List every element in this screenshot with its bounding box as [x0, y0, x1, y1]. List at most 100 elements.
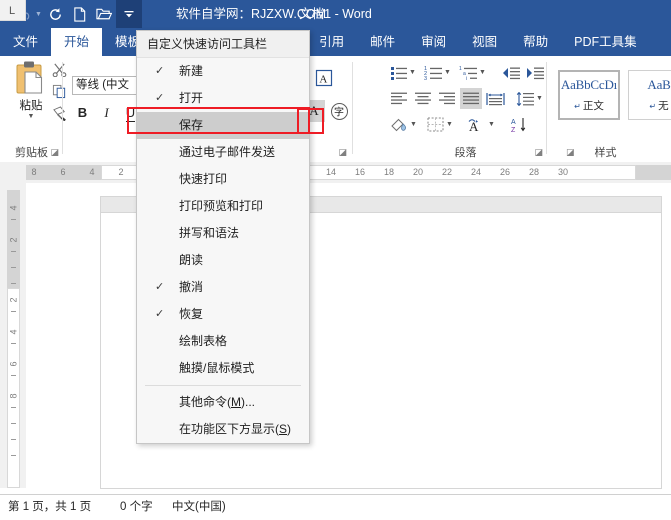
svg-text:3: 3: [424, 76, 427, 80]
align-left-button[interactable]: [388, 88, 410, 109]
menu-item-9[interactable]: ✓ 恢复: [137, 301, 309, 328]
menu-item-8[interactable]: ✓ 撤消: [137, 274, 309, 301]
align-center-button[interactable]: [412, 88, 434, 109]
tab-8[interactable]: 审阅: [408, 28, 459, 56]
clipboard-dialog-launcher[interactable]: ◪: [50, 147, 59, 158]
menu-item-2[interactable]: 保存: [137, 112, 309, 139]
svg-text:i: i: [466, 76, 467, 80]
v-tick-2: 2: [8, 297, 19, 303]
paste-button[interactable]: 粘贴 ▼: [8, 60, 54, 130]
style-sample: AaB: [647, 77, 671, 92]
v-tick-4: 6: [8, 361, 19, 367]
horizontal-ruler[interactable]: 864224681012141618202224262830: [0, 162, 671, 184]
borders-button[interactable]: [424, 114, 446, 135]
style-item-0[interactable]: AaBbCcDı ↵ 正文: [558, 70, 620, 120]
paste-dropdown-caret[interactable]: ▼: [28, 113, 35, 120]
decrease-indent-button[interactable]: [500, 62, 522, 83]
numbered-list-button[interactable]: 1 2 3: [422, 62, 444, 83]
formatting-marks-caret[interactable]: ▼: [487, 114, 496, 135]
ribbon-tab-strip: 文件开始模板插入设计布局引用邮件审阅视图帮助PDF工具集: [0, 28, 671, 56]
tab-stop-indicator: L: [9, 5, 16, 17]
document-left-gutter: [26, 183, 101, 488]
shading-button[interactable]: [388, 114, 410, 135]
increase-indent-button[interactable]: [524, 62, 546, 83]
vertical-ruler[interactable]: 4 2 2 4 6 8: [0, 183, 26, 488]
distribute-text-button[interactable]: [484, 88, 506, 109]
borders-icon: [427, 117, 443, 132]
paste-label: 粘贴: [19, 100, 43, 112]
italic-button[interactable]: I: [96, 102, 117, 123]
paragraph-group-label: 段落: [454, 147, 477, 159]
increase-indent-icon: [527, 67, 544, 79]
v-dash-5: [11, 343, 16, 344]
menu-item-10[interactable]: 绘制表格: [137, 328, 309, 355]
paragraph-dialog-launcher[interactable]: ◪: [534, 147, 543, 158]
line-spacing-icon: [516, 91, 534, 106]
check-icon: ✓: [155, 308, 165, 320]
v-dash-7: [11, 407, 16, 408]
menu-item-label: 快速打印: [179, 172, 228, 186]
align-right-button[interactable]: [436, 88, 458, 109]
bold-button[interactable]: B: [72, 102, 93, 123]
v-tick-0: 4: [8, 205, 19, 211]
align-justify-icon: [463, 92, 479, 105]
line-spacing-button[interactable]: [514, 88, 536, 109]
menu-item-6[interactable]: 拼写和语法: [137, 220, 309, 247]
ribbon-group-clipboard: 粘贴 ▼ 剪贴板 ◪: [0, 56, 67, 162]
menu-item-3[interactable]: 通过电子邮件发送: [137, 139, 309, 166]
menu-item-11[interactable]: 触摸/鼠标模式: [137, 355, 309, 382]
title-bar: ▼ 软件自学网：RJZXW.COM 文档1 - Word: [0, 0, 671, 28]
menu-item-5[interactable]: 打印预览和打印: [137, 193, 309, 220]
font-dialog-launcher[interactable]: ◪: [338, 147, 347, 158]
bullet-list-caret[interactable]: ▼: [408, 62, 417, 83]
menu-header: 自定义快速访问工具栏: [137, 31, 309, 58]
v-dash-3: [11, 283, 16, 284]
character-border-button[interactable]: A: [315, 69, 333, 90]
v-tick-1: 2: [8, 237, 19, 243]
ribbon-group-paragraph: ▼ 1 2 3 ▼ 1 a i ▼ ▼ ▼ ▼ A ▼ A Z 段落 ◪: [384, 56, 547, 162]
align-center-icon: [415, 92, 431, 105]
menu-item-label: 保存: [179, 118, 204, 132]
sort-button[interactable]: A Z: [508, 114, 530, 135]
tab-7[interactable]: 邮件: [357, 28, 408, 56]
menu-footer-item-1[interactable]: 在功能区下方显示(S): [137, 416, 309, 443]
numbered-list-caret[interactable]: ▼: [443, 62, 452, 83]
language-indicator[interactable]: 中文(中国): [172, 495, 226, 520]
tab-0[interactable]: 文件: [0, 28, 51, 56]
multilevel-list-button[interactable]: 1 a i: [457, 62, 479, 83]
align-justify-button[interactable]: [460, 88, 482, 109]
menu-item-label: 绘制表格: [179, 334, 228, 348]
v-dash-1: [11, 251, 16, 252]
menu-item-7[interactable]: 朗读: [137, 247, 309, 274]
bullet-list-button[interactable]: [388, 62, 410, 83]
v-dash-10: [11, 455, 16, 456]
ruler-corner-button[interactable]: L: [0, 0, 26, 21]
word-count[interactable]: 0 个字: [120, 495, 153, 520]
shading-caret[interactable]: ▼: [409, 114, 418, 135]
multilevel-list-caret[interactable]: ▼: [478, 62, 487, 83]
h-tick-11: 16: [354, 167, 365, 177]
tab-6[interactable]: 引用: [306, 28, 357, 56]
multilevel-list-icon: 1 a i: [459, 66, 477, 80]
menu-item-label: 恢复: [179, 307, 204, 321]
document-canvas[interactable]: [26, 183, 671, 488]
menu-item-list: ✓ 新建 ✓ 打开保存通过电子邮件发送快速打印打印预览和打印 拼写和语法 朗读 ✓ 撤消 ✓ 恢复…: [137, 58, 309, 382]
v-dash-6: [11, 375, 16, 376]
page-indicator[interactable]: 第 1 页，共 1 页: [8, 495, 91, 520]
menu-item-1[interactable]: ✓ 打开: [137, 85, 309, 112]
tab-9[interactable]: 视图: [459, 28, 510, 56]
menu-footer-item-0[interactable]: 其他命令(M)...: [137, 389, 309, 416]
tab-11[interactable]: PDF工具集: [561, 28, 650, 56]
character-shading-button[interactable]: 字: [328, 100, 350, 122]
show-formatting-marks-button[interactable]: A: [464, 114, 486, 135]
menu-item-0[interactable]: ✓ 新建: [137, 58, 309, 85]
tab-1[interactable]: 开始: [51, 28, 103, 56]
h-tick-12: 18: [383, 167, 394, 177]
style-item-1[interactable]: AaB ↵ 无: [628, 70, 671, 120]
borders-caret[interactable]: ▼: [445, 114, 454, 135]
menu-item-4[interactable]: 快速打印: [137, 166, 309, 193]
line-spacing-caret[interactable]: ▼: [535, 88, 544, 109]
menu-item-label: 触摸/鼠标模式: [179, 361, 255, 375]
tab-10[interactable]: 帮助: [510, 28, 561, 56]
styles-dialog-launcher[interactable]: ◪: [566, 147, 575, 158]
